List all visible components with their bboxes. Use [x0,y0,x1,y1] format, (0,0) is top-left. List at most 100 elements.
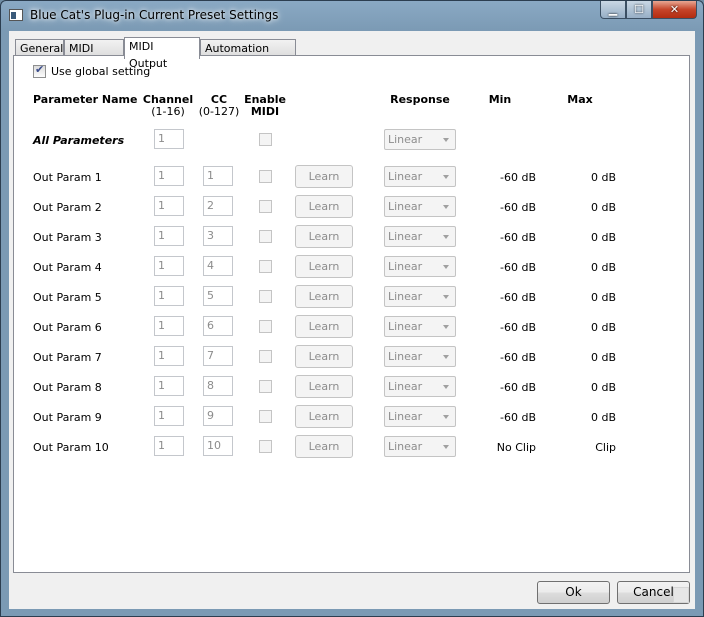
row-learn-button[interactable]: Learn [295,195,353,218]
row-response-select[interactable]: Linear [384,256,456,277]
row-channel-field[interactable]: 1 [154,316,184,336]
row-max-value: 0 dB [590,321,616,334]
row-channel-field[interactable]: 1 [154,406,184,426]
row-response-value: Linear [388,380,423,393]
row-enable-midi-checkbox[interactable] [259,260,272,273]
row-channel-field[interactable]: 1 [154,286,184,306]
minimize-icon: ▁ [608,3,618,16]
row-response-value: Linear [388,170,423,183]
row-cc-field[interactable]: 1 [203,166,233,186]
row-cc-field[interactable]: 6 [203,316,233,336]
row-response-select[interactable]: Linear [384,346,456,367]
row-response-value: Linear [388,290,423,303]
row-parameter-name: Out Param 2 [33,201,102,214]
chevron-down-icon [443,325,449,329]
window-title: Blue Cat's Plug-in Current Preset Settin… [30,8,279,22]
row-cc-field[interactable]: 5 [203,286,233,306]
ok-button[interactable]: Ok [537,581,610,604]
row-channel-field[interactable]: 1 [154,376,184,396]
row-learn-button[interactable]: Learn [295,285,353,308]
all-parameters-response-select[interactable]: Linear [384,129,456,150]
row-channel-field[interactable]: 1 [154,256,184,276]
row-min-value: No Clip [496,441,536,454]
row-response-value: Linear [388,260,423,273]
row-min-value: -60 dB [500,291,536,304]
row-response-select[interactable]: Linear [384,166,456,187]
row-response-value: Linear [388,440,423,453]
row-response-value: Linear [388,350,423,363]
app-icon [9,9,23,21]
row-cc-field[interactable]: 8 [203,376,233,396]
row-max-value: 0 dB [590,261,616,274]
maximize-icon: ☐ [634,3,644,16]
row-enable-midi-checkbox[interactable] [259,440,272,453]
row-max-value: 0 dB [590,381,616,394]
row-min-value: -60 dB [500,261,536,274]
row-enable-midi-checkbox[interactable] [259,230,272,243]
chevron-down-icon [443,235,449,239]
row-channel-field[interactable]: 1 [154,346,184,366]
row-cc-field[interactable]: 9 [203,406,233,426]
row-min-value: -60 dB [500,321,536,334]
row-enable-midi-checkbox[interactable] [259,320,272,333]
chevron-down-icon [443,265,449,269]
row-channel-field[interactable]: 1 [154,166,184,186]
row-cc-field[interactable]: 4 [203,256,233,276]
all-parameters-label: All Parameters [33,134,125,147]
row-enable-midi-checkbox[interactable] [259,380,272,393]
row-learn-button[interactable]: Learn [295,405,353,428]
chevron-down-icon [443,445,449,449]
row-min-value: -60 dB [500,411,536,424]
maximize-button[interactable]: ☐ [626,1,652,19]
row-learn-button[interactable]: Learn [295,225,353,248]
row-parameter-name: Out Param 6 [33,321,102,334]
row-learn-button[interactable]: Learn [295,375,353,398]
row-cc-field[interactable]: 2 [203,196,233,216]
row-response-select[interactable]: Linear [384,286,456,307]
row-enable-midi-checkbox[interactable] [259,410,272,423]
row-response-value: Linear [388,320,423,333]
row-max-value: 0 dB [590,291,616,304]
midi-output-panel: Use global setting Parameter Name Channe… [13,55,690,573]
row-learn-button[interactable]: Learn [295,255,353,278]
row-response-select[interactable]: Linear [384,316,456,337]
header-enable-midi: Enable MIDI [241,94,289,118]
row-max-value: 0 dB [590,411,616,424]
minimize-button[interactable]: ▁ [600,1,626,19]
chevron-down-icon [443,205,449,209]
row-response-select[interactable]: Linear [384,196,456,217]
caption-buttons: ▁ ☐ ✕ [600,1,697,20]
size-grip[interactable] [673,587,689,603]
row-response-select[interactable]: Linear [384,436,456,457]
row-channel-field[interactable]: 1 [154,196,184,216]
close-button[interactable]: ✕ [652,1,697,19]
row-cc-field[interactable]: 10 [203,436,233,456]
row-channel-field[interactable]: 1 [154,436,184,456]
row-learn-button[interactable]: Learn [295,435,353,458]
row-response-select[interactable]: Linear [384,406,456,427]
row-enable-midi-checkbox[interactable] [259,170,272,183]
header-cc-range: (0-127) [198,105,240,118]
chevron-down-icon [443,415,449,419]
preset-settings-window: Blue Cat's Plug-in Current Preset Settin… [0,0,704,617]
tab-midi-output[interactable]: MIDI Output [124,37,200,70]
row-max-value: 0 dB [590,351,616,364]
row-channel-field[interactable]: 1 [154,226,184,246]
title-bar[interactable]: Blue Cat's Plug-in Current Preset Settin… [1,1,703,31]
row-cc-field[interactable]: 3 [203,226,233,246]
row-max-value: 0 dB [590,201,616,214]
row-learn-button[interactable]: Learn [295,345,353,368]
row-learn-button[interactable]: Learn [295,165,353,188]
all-parameters-enable-checkbox[interactable] [259,133,272,146]
row-enable-midi-checkbox[interactable] [259,200,272,213]
close-icon: ✕ [669,3,680,16]
header-channel-range: (1-16) [151,105,185,118]
row-learn-button[interactable]: Learn [295,315,353,338]
all-parameters-channel-field[interactable]: 1 [154,129,184,149]
row-cc-field[interactable]: 7 [203,346,233,366]
row-enable-midi-checkbox[interactable] [259,290,272,303]
use-global-setting-checkbox[interactable] [33,63,46,78]
row-response-select[interactable]: Linear [384,376,456,397]
row-enable-midi-checkbox[interactable] [259,350,272,363]
row-response-select[interactable]: Linear [384,226,456,247]
